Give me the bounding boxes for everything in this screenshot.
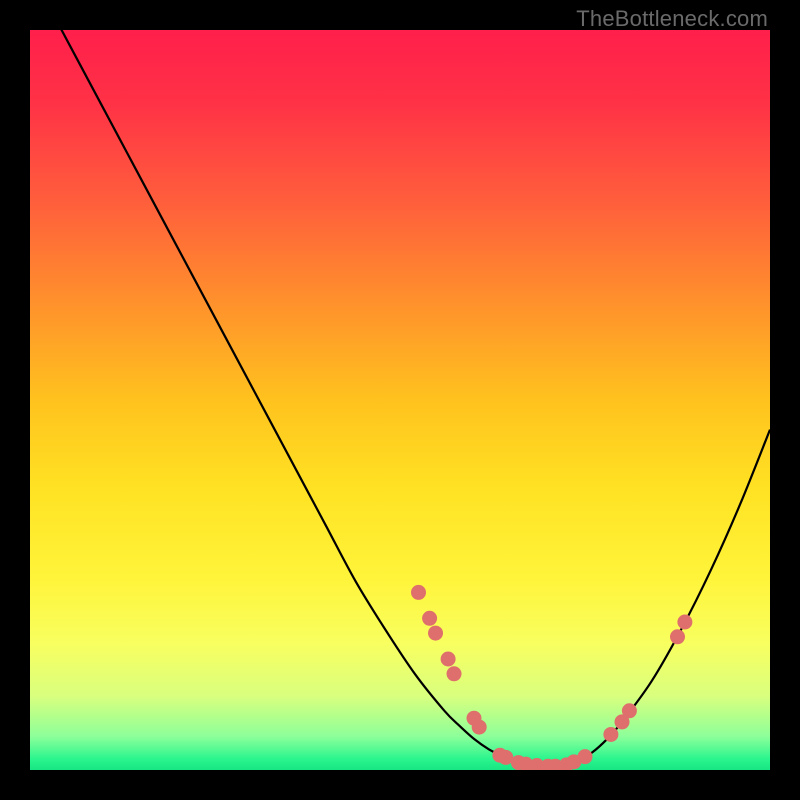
data-point (578, 749, 593, 764)
data-point (670, 629, 685, 644)
watermark-text: TheBottleneck.com (576, 6, 768, 32)
data-point (603, 727, 618, 742)
bottleneck-chart (30, 30, 770, 770)
data-point (447, 666, 462, 681)
data-point (472, 720, 487, 735)
data-point (422, 611, 437, 626)
data-point (441, 652, 456, 667)
chart-frame (30, 30, 770, 770)
data-point (428, 626, 443, 641)
data-point (622, 703, 637, 718)
gradient-background (30, 30, 770, 770)
data-point (677, 615, 692, 630)
data-point (411, 585, 426, 600)
